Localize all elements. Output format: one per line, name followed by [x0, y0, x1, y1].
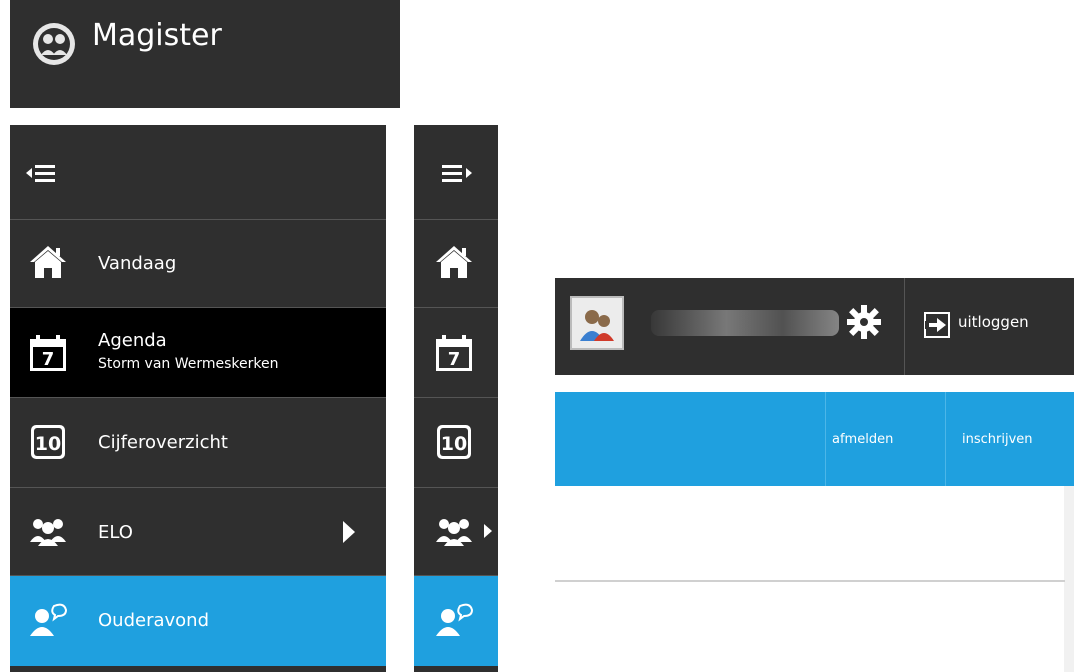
parent-meeting-icon: [30, 603, 68, 636]
logout-label: uitloggen: [958, 313, 1029, 331]
grade-icon: 10: [437, 425, 471, 459]
sidebar-item-label: Ouderavond: [98, 610, 210, 631]
inschrijven-button[interactable]: inschrijven: [946, 392, 1074, 486]
action-subbar: afmelden inschrijven: [555, 392, 1074, 486]
inschrijven-label: inschrijven: [962, 432, 1033, 447]
app-header: Magister: [10, 0, 400, 108]
sidebar-collapsed: 7 10: [414, 125, 498, 672]
svg-text:7: 7: [448, 349, 461, 370]
sidebar-item-vandaag[interactable]: Vandaag: [10, 220, 386, 308]
avatar[interactable]: [570, 296, 624, 350]
home-icon: [30, 246, 66, 278]
parent-meeting-icon: [436, 603, 474, 636]
sidebar-item-sublabel: Storm van Wermeskerken: [98, 356, 279, 372]
rail-item-elo[interactable]: [414, 488, 498, 576]
afmelden-label: afmelden: [832, 432, 894, 447]
logout-icon: [924, 312, 950, 338]
users-icon: [436, 519, 472, 546]
grade-icon: 10: [31, 425, 65, 459]
content-edge: [1064, 486, 1074, 672]
rail-item-agenda[interactable]: 7: [414, 308, 498, 398]
sidebar-item-label: Agenda: [98, 330, 167, 351]
user-avatar-icon: [580, 310, 614, 341]
sidebar-item-label: Vandaag: [98, 253, 177, 274]
users-icon: [30, 519, 66, 546]
expand-menu-icon[interactable]: [442, 163, 472, 183]
sidebar-item-ouderavond[interactable]: Ouderavond: [10, 576, 386, 666]
content-divider: [555, 580, 1065, 582]
magister-logo-icon: [33, 23, 75, 65]
home-icon: [436, 246, 472, 278]
user-topbar: uitloggen: [555, 278, 1074, 375]
gear-icon[interactable]: [847, 305, 881, 339]
svg-text:10: 10: [35, 433, 61, 455]
collapse-menu-icon[interactable]: [26, 163, 56, 183]
topbar-divider: [904, 278, 905, 375]
sidebar-expanded: Vandaag 7 Agenda Storm van Wermeskerken …: [10, 125, 386, 672]
app-title: Magister: [92, 18, 222, 53]
sidebar-expand-toggle[interactable]: [414, 125, 498, 220]
svg-text:7: 7: [42, 349, 55, 370]
sidebar-item-agenda[interactable]: 7 Agenda Storm van Wermeskerken: [10, 308, 386, 398]
sidebar-item-label: Cijferoverzicht: [98, 432, 228, 453]
sidebar-item-elo[interactable]: ELO: [10, 488, 386, 576]
svg-text:10: 10: [441, 433, 467, 455]
rail-item-vandaag[interactable]: [414, 220, 498, 308]
sidebar-collapse-toggle[interactable]: [10, 125, 386, 220]
logout-button[interactable]: uitloggen: [916, 278, 1074, 375]
sidebar-item-label: ELO: [98, 522, 133, 543]
afmelden-button[interactable]: afmelden: [826, 392, 946, 486]
chevron-right-icon: [343, 521, 355, 543]
rail-item-ouderavond[interactable]: [414, 576, 498, 666]
calendar-icon: 7: [30, 335, 66, 371]
username-redacted: [651, 310, 839, 336]
sidebar-item-cijferoverzicht[interactable]: 10 Cijferoverzicht: [10, 398, 386, 488]
chevron-right-icon: [484, 524, 492, 538]
calendar-icon: 7: [436, 335, 472, 371]
rail-item-cijferoverzicht[interactable]: 10: [414, 398, 498, 488]
